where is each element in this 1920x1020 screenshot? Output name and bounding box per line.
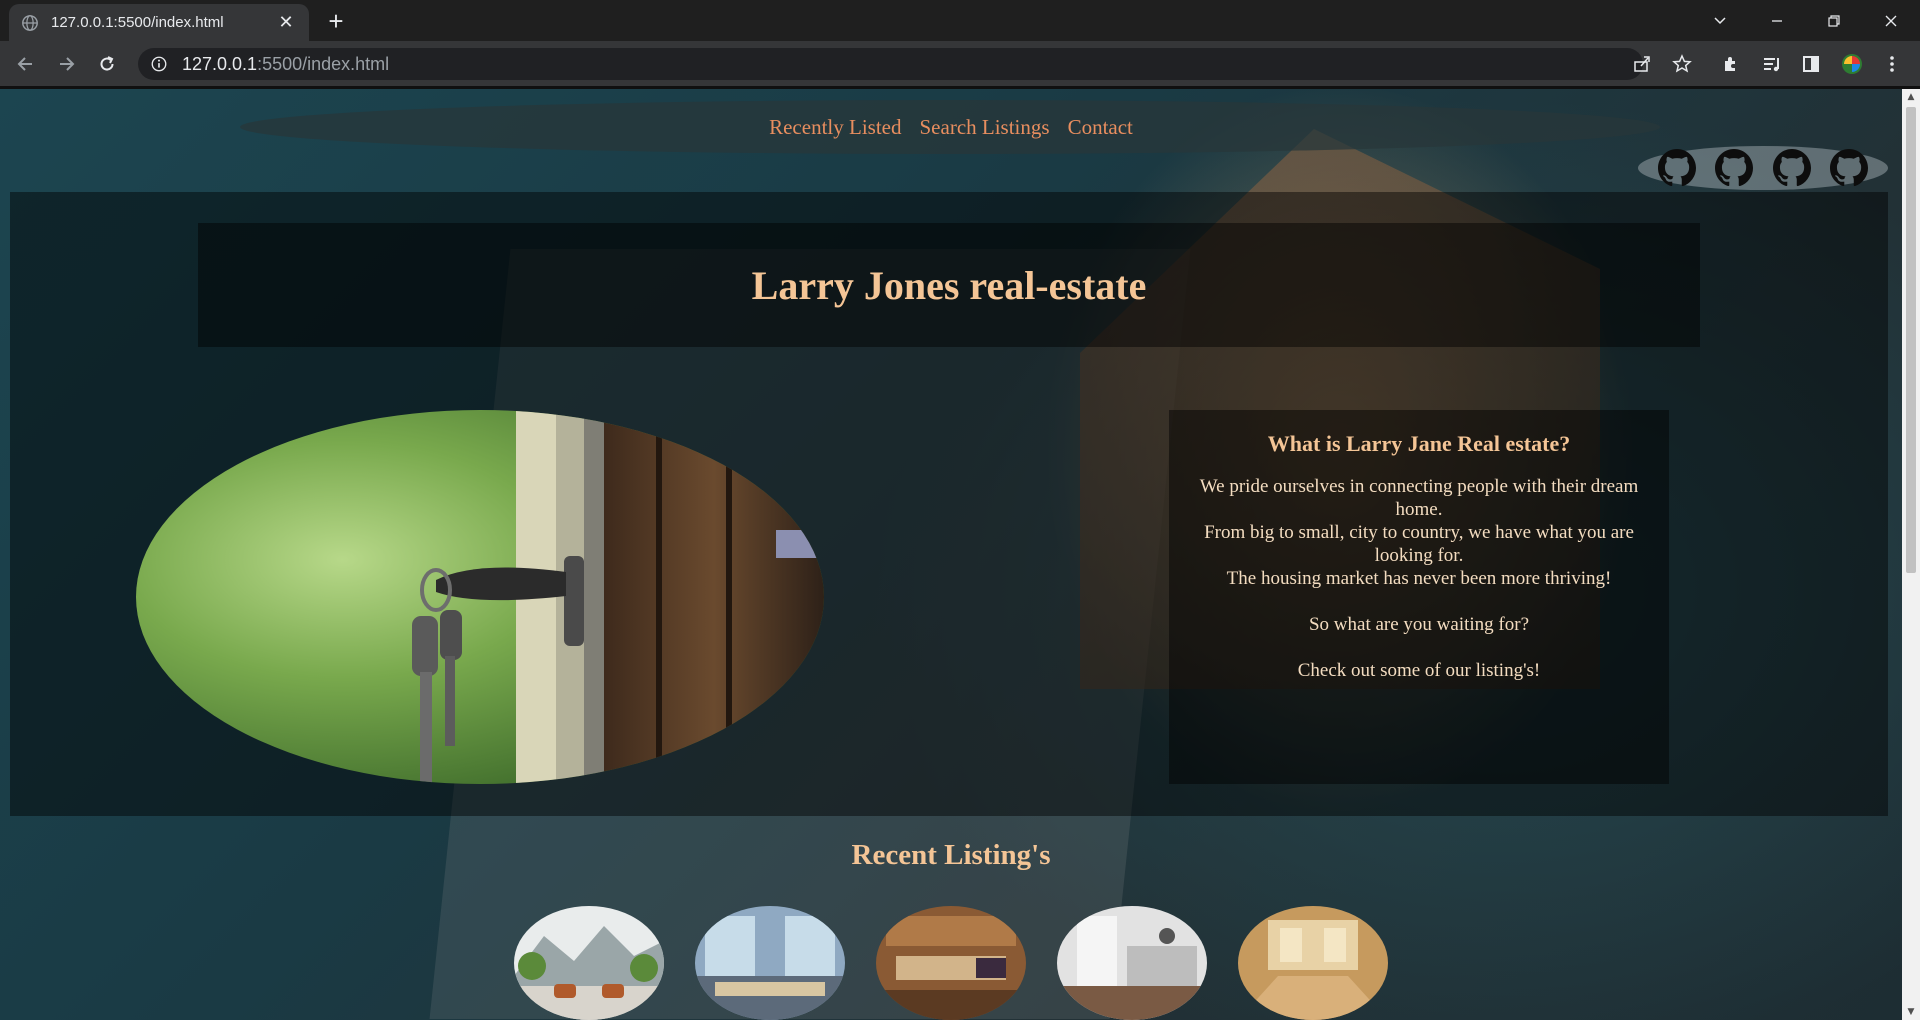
scroll-up-arrow-icon[interactable]: ▲ xyxy=(1902,89,1920,105)
scroll-down-arrow-icon[interactable]: ▼ xyxy=(1902,1004,1920,1020)
github-icon[interactable] xyxy=(1830,149,1869,187)
nav-link-contact[interactable]: Contact xyxy=(1068,115,1133,140)
listing-thumbnail[interactable] xyxy=(695,906,845,1020)
window-close-icon[interactable] xyxy=(1862,0,1919,41)
page-viewport: Recently Listed Search Listings Contact … xyxy=(0,89,1902,1020)
about-line: The housing market has never been more t… xyxy=(1226,568,1612,589)
extensions-icon[interactable] xyxy=(1715,48,1747,80)
page-scrollbar[interactable]: ▲ ▼ xyxy=(1902,89,1920,1020)
top-nav: Recently Listed Search Listings Contact xyxy=(0,115,1902,140)
side-panel-icon[interactable] xyxy=(1795,48,1827,80)
about-line: We pride ourselves in connecting people … xyxy=(1199,476,1639,520)
reading-list-icon[interactable] xyxy=(1756,48,1788,80)
globe-icon xyxy=(22,14,38,31)
browser-tab[interactable]: 127.0.0.1:5500/index.html ✕ xyxy=(9,4,309,41)
about-heading: What is Larry Jane Real estate? xyxy=(1267,431,1571,456)
share-icon[interactable] xyxy=(1626,48,1658,80)
reload-icon[interactable] xyxy=(91,48,123,80)
key-in-door-image xyxy=(136,410,824,784)
social-links xyxy=(1638,146,1888,190)
listing-thumbnail[interactable] xyxy=(1057,906,1207,1020)
minimize-icon[interactable] xyxy=(1748,0,1805,41)
url-host: 127.0.0.1 xyxy=(182,53,258,74)
address-bar[interactable]: 127.0.0.1:5500/index.html xyxy=(138,48,1643,80)
browser-tab-bar: 127.0.0.1:5500/index.html ✕ + xyxy=(0,0,1920,41)
restore-icon[interactable] xyxy=(1805,0,1862,41)
recent-listings-heading: Recent Listing's xyxy=(851,839,1051,871)
about-panel: What is Larry Jane Real estate? We pride… xyxy=(1169,410,1669,784)
listing-thumbnail[interactable] xyxy=(876,906,1026,1020)
about-line: From big to small, city to country, we h… xyxy=(1204,522,1634,566)
page-title: Larry Jones real-estate xyxy=(751,262,1147,308)
menu-kebab-icon[interactable] xyxy=(1876,48,1908,80)
new-tab-button[interactable]: + xyxy=(320,5,352,37)
tab-search-icon[interactable] xyxy=(1691,0,1748,41)
listing-thumbnail[interactable] xyxy=(514,906,664,1020)
site-info-icon[interactable] xyxy=(150,55,168,73)
profile-avatar-icon[interactable] xyxy=(1836,48,1868,80)
url-path: :5500/index.html xyxy=(257,53,390,74)
nav-link-recently-listed[interactable]: Recently Listed xyxy=(769,115,901,140)
bookmark-star-icon[interactable] xyxy=(1666,48,1698,80)
title-banner: Larry Jones real-estate xyxy=(198,223,1700,347)
forward-arrow-icon[interactable] xyxy=(50,48,82,80)
about-line: Check out some of our listing's! xyxy=(1297,660,1541,681)
about-line: So what are you waiting for? xyxy=(1308,614,1530,635)
github-icon[interactable] xyxy=(1657,149,1696,187)
tab-title: 127.0.0.1:5500/index.html xyxy=(51,14,224,31)
back-arrow-icon[interactable] xyxy=(10,48,42,80)
scrollbar-thumb[interactable] xyxy=(1906,107,1916,573)
github-icon[interactable] xyxy=(1772,149,1811,187)
browser-toolbar: 127.0.0.1:5500/index.html xyxy=(0,41,1920,89)
tab-close-icon[interactable]: ✕ xyxy=(275,12,297,33)
recent-listings xyxy=(514,906,1388,1020)
listing-thumbnail[interactable] xyxy=(1238,906,1388,1020)
nav-link-search-listings[interactable]: Search Listings xyxy=(920,115,1050,140)
github-icon[interactable] xyxy=(1715,149,1754,187)
